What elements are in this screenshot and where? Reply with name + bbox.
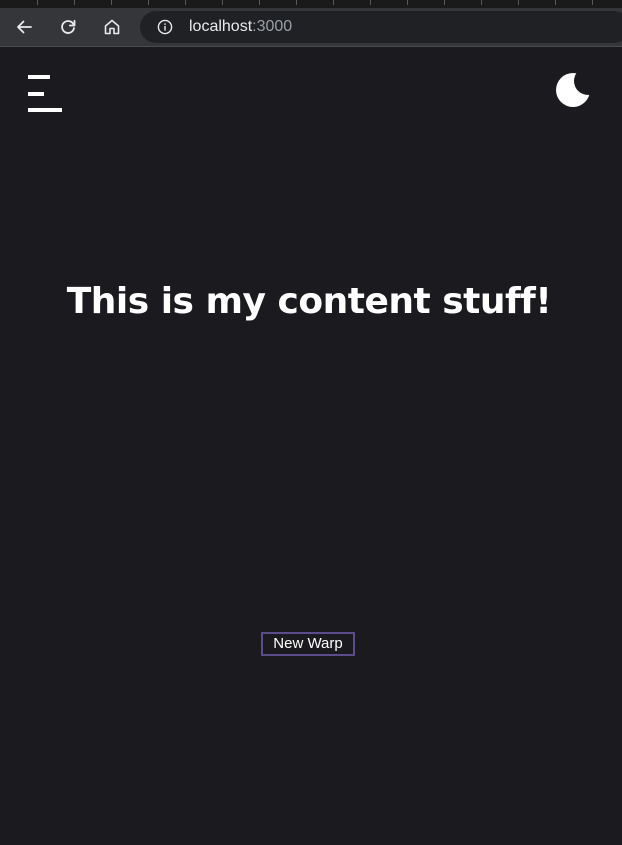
url-text[interactable]: localhost:3000 xyxy=(189,11,292,43)
tab-divider xyxy=(74,0,75,5)
tab-divider xyxy=(259,0,260,5)
moon-icon xyxy=(556,73,590,107)
url-port: :3000 xyxy=(252,18,293,35)
address-bar[interactable]: localhost:3000 xyxy=(140,11,622,43)
tab-strip xyxy=(0,0,622,8)
tab-divider xyxy=(518,0,519,5)
info-icon[interactable] xyxy=(157,19,173,35)
back-arrow-icon xyxy=(17,20,32,34)
tab-divider xyxy=(370,0,371,5)
tab-divider xyxy=(37,0,38,5)
reload-icon xyxy=(61,19,76,34)
home-button[interactable] xyxy=(98,13,126,41)
tab-divider xyxy=(481,0,482,5)
reload-button[interactable] xyxy=(54,13,82,41)
page-content: This is my content stuff! New Warp xyxy=(0,47,622,845)
tab-divider xyxy=(592,0,593,5)
menu-button[interactable] xyxy=(28,75,64,113)
tab-divider xyxy=(333,0,334,5)
home-icon xyxy=(104,19,120,35)
tab-divider xyxy=(148,0,149,5)
url-host: localhost xyxy=(189,18,253,35)
theme-toggle-button[interactable] xyxy=(554,69,594,111)
tab-divider xyxy=(407,0,408,5)
new-warp-button[interactable]: New Warp xyxy=(261,632,355,656)
tab-divider xyxy=(111,0,112,5)
back-button[interactable] xyxy=(10,13,38,41)
menu-icon-bar xyxy=(28,108,62,112)
browser-toolbar: localhost:3000 xyxy=(0,8,622,47)
tab-divider xyxy=(296,0,297,5)
menu-icon-bar xyxy=(28,75,50,79)
tab-divider xyxy=(222,0,223,5)
menu-icon-bar xyxy=(28,92,44,96)
tab-divider xyxy=(185,0,186,5)
tab-divider xyxy=(444,0,445,5)
page-title: This is my content stuff! xyxy=(66,281,552,322)
tab-divider xyxy=(555,0,556,5)
